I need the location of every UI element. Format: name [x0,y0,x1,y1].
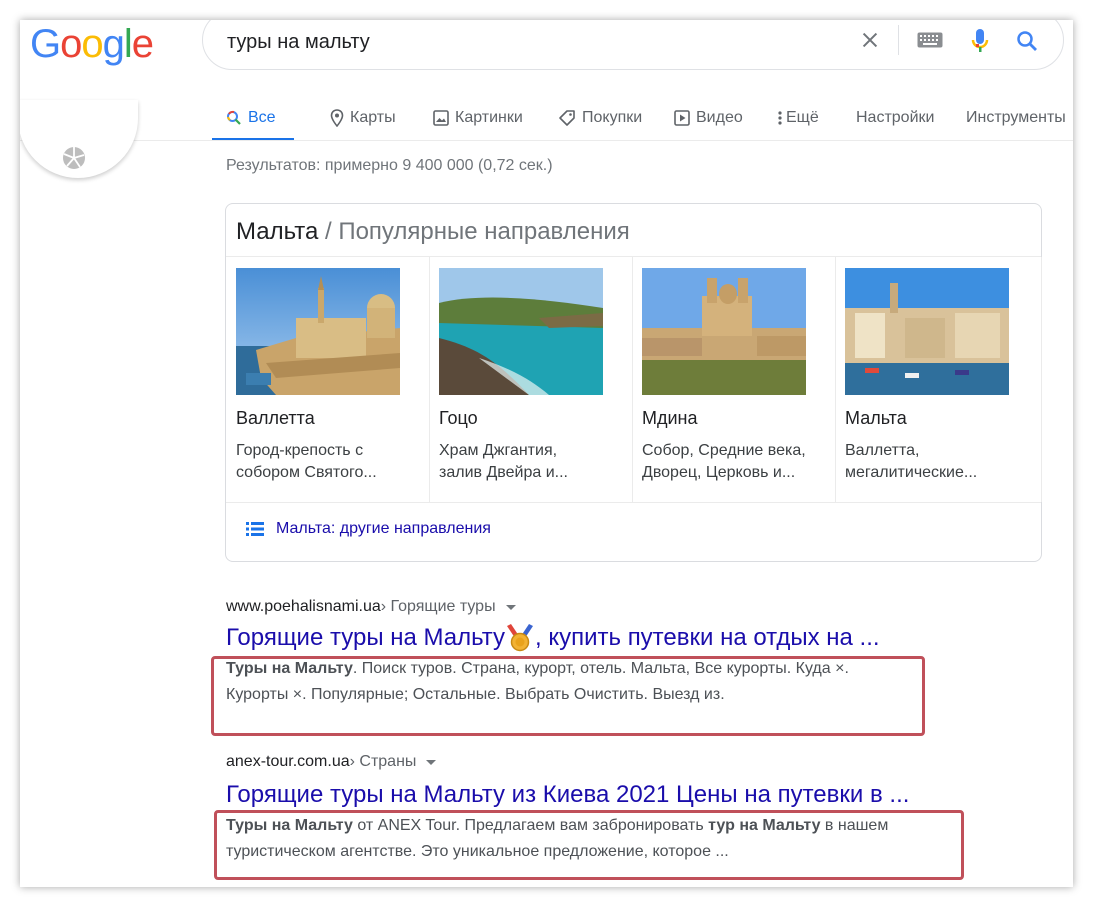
destination-image [439,268,603,395]
card-title: Мальта / Популярные направления [236,218,630,245]
play-icon [674,110,690,126]
more-vert-icon [778,110,782,126]
highlight-box [211,656,925,736]
microphone-icon[interactable] [970,27,990,60]
chevron-down-icon[interactable] [426,759,437,765]
tab-all[interactable]: Все [226,96,276,140]
tab-tools[interactable]: Инструменты [966,96,1066,140]
map-pin-icon [330,109,344,127]
more-destinations-link[interactable]: Мальта: другие направления [246,520,491,538]
destination-item[interactable]: Гоцо Храм Джгантия, залив Двейра и... [429,257,633,502]
destination-image [236,268,400,395]
destination-image [845,268,1009,395]
header-divider [20,140,1073,141]
list-icon [246,522,264,536]
side-panel-tab[interactable] [20,100,138,178]
result-title-link[interactable]: Горящие туры на Мальту из Киева 2021 Цен… [226,781,909,809]
tab-more[interactable]: Ещё [778,96,819,140]
image-icon [433,110,449,126]
search-box[interactable]: туры на мальту [202,20,1064,70]
tab-video[interactable]: Видео [674,96,743,140]
result-url[interactable]: www.poehalisnami.ua › Горящие туры [226,598,880,616]
result-url[interactable]: anex-tour.com.ua › Страны [226,753,909,771]
search-input[interactable]: туры на мальту [227,31,370,54]
keyboard-icon[interactable] [917,32,943,53]
chevron-down-icon[interactable] [505,604,516,610]
tab-images[interactable]: Картинки [433,96,523,140]
tag-icon [558,109,576,127]
tab-settings[interactable]: Настройки [856,96,934,140]
destination-image [642,268,806,395]
google-logo[interactable]: Google [30,22,154,67]
destination-item[interactable]: Валлетта Город-крепость с собором Святого… [226,257,430,502]
chart-icon [63,147,85,169]
search-divider [898,25,899,55]
card-divider [226,502,1041,503]
search-icon[interactable] [1015,29,1039,58]
result-stats: Результатов: примерно 9 400 000 (0,72 се… [226,157,553,174]
tab-shopping[interactable]: Покупки [558,96,642,140]
destinations-card: Мальта / Популярные направления Валлетта… [225,203,1042,562]
result-title-link[interactable]: Горящие туры на Мальту , купить путевки … [226,624,880,652]
destination-item[interactable]: Мальта Валлетта, мегалитические... [835,257,1042,502]
browser-viewport: Google туры на мальту Все Карты Картинки [20,20,1073,887]
clear-icon[interactable] [859,29,881,56]
destination-item[interactable]: Мдина Собор, Средние века, Дворец, Церков… [632,257,836,502]
highlight-box [214,810,964,880]
medal-icon [507,624,534,652]
search-icon [226,110,242,126]
tab-maps[interactable]: Карты [330,96,396,140]
